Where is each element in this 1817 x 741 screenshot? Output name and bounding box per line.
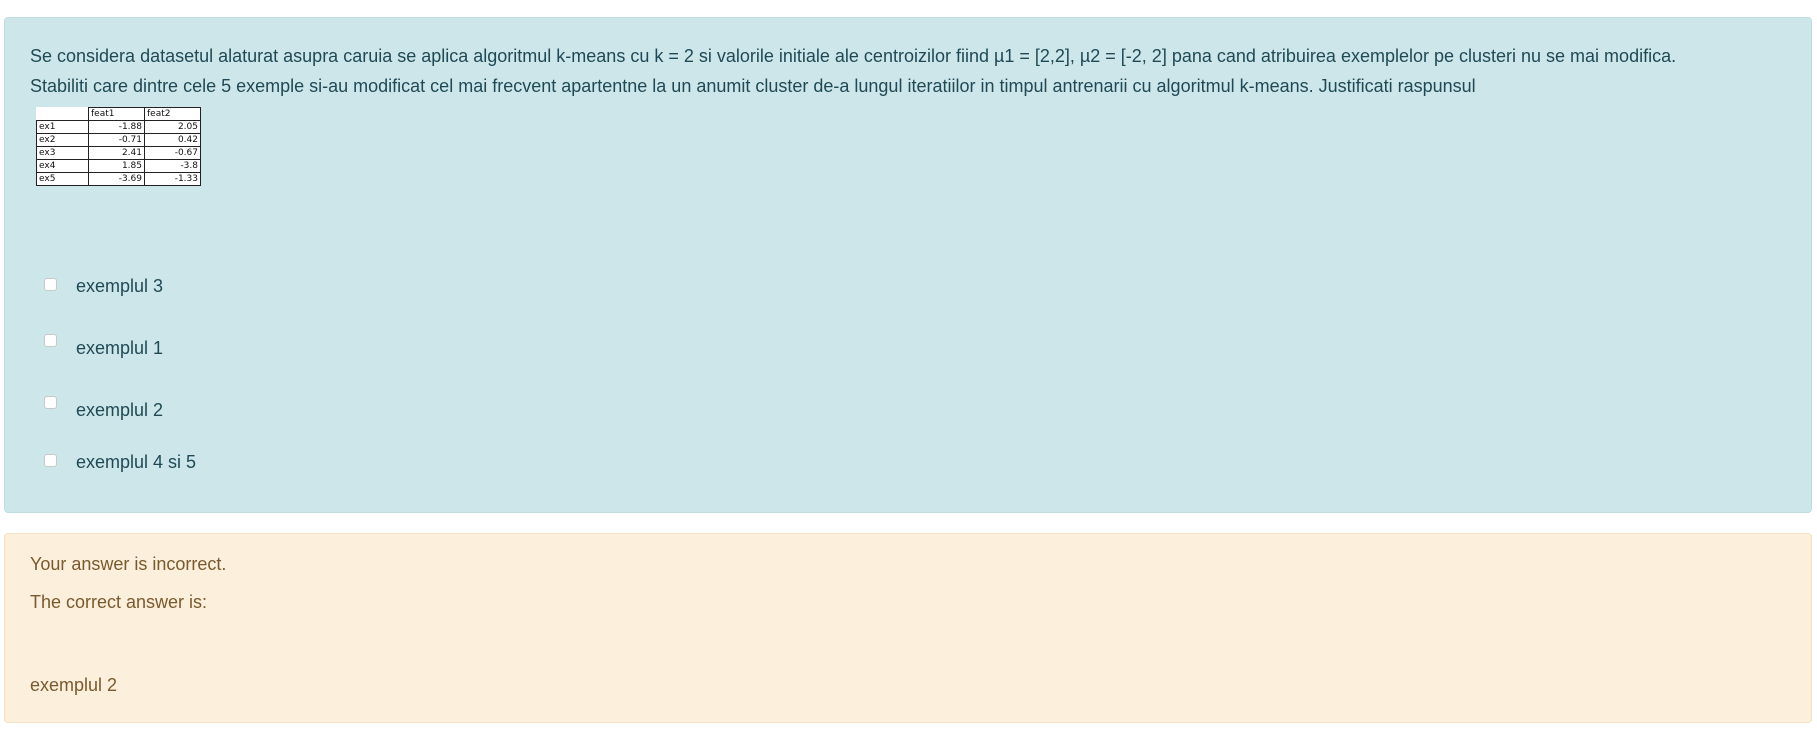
table-cell-feat1: 1.85	[88, 159, 145, 173]
table-cell-feat2: -0.67	[144, 146, 201, 160]
answer-checkbox[interactable]	[44, 454, 57, 467]
answer-checkbox[interactable]	[44, 396, 57, 409]
table-row: ex4 1.85 -3.8	[36, 159, 201, 173]
dataset-table: feat1 feat2 ex1 -1.88 2.05 ex2 -0.71 0.4…	[36, 107, 201, 186]
table-cell-feat2: 2.05	[144, 120, 201, 134]
table-header-feat2: feat2	[144, 107, 201, 121]
table-row-name: ex4	[36, 159, 89, 173]
table-row-name: ex1	[36, 120, 89, 134]
correct-answer-value: exemplul 2	[30, 675, 118, 695]
table-row: ex2 -0.71 0.42	[36, 133, 201, 147]
table-row: ex5 -3.69 -1.33	[36, 172, 201, 186]
table-row: ex3 2.41 -0.67	[36, 146, 201, 160]
answer-option-label[interactable]: exemplul 3	[76, 274, 163, 298]
answer-option-label[interactable]: exemplul 1	[76, 336, 163, 360]
table-row-name: ex3	[36, 146, 89, 160]
question-text-line2: Stabiliti care dintre cele 5 exemple si-…	[30, 76, 1476, 96]
answer-checkbox[interactable]	[44, 278, 57, 291]
table-corner-cell	[36, 107, 89, 121]
table-cell-feat1: 2.41	[88, 146, 145, 160]
table-row: ex1 -1.88 2.05	[36, 120, 201, 134]
table-row-name: ex2	[36, 133, 89, 147]
question-text-line1: Se considera datasetul alaturat asupra c…	[30, 46, 1677, 66]
answer-option-label[interactable]: exemplul 2	[76, 398, 163, 422]
table-cell-feat2: 0.42	[144, 133, 201, 147]
question-text: Se considera datasetul alaturat asupra c…	[30, 41, 1800, 101]
table-cell-feat1: -1.88	[88, 120, 145, 134]
question-panel: Se considera datasetul alaturat asupra c…	[4, 17, 1812, 513]
answer-option-label[interactable]: exemplul 4 si 5	[76, 450, 196, 474]
table-cell-feat2: -3.8	[144, 159, 201, 173]
answer-checkbox[interactable]	[44, 334, 57, 347]
feedback-status: Your answer is incorrect.	[30, 554, 227, 574]
table-header-row: feat1 feat2	[36, 107, 201, 121]
table-row-name: ex5	[36, 172, 89, 186]
feedback-panel: Your answer is incorrect. The correct an…	[4, 533, 1812, 723]
table-header-feat1: feat1	[88, 107, 145, 121]
correct-answer-intro: The correct answer is:	[30, 592, 208, 612]
table-cell-feat1: -3.69	[88, 172, 145, 186]
table-cell-feat2: -1.33	[144, 172, 201, 186]
table-cell-feat1: -0.71	[88, 133, 145, 147]
